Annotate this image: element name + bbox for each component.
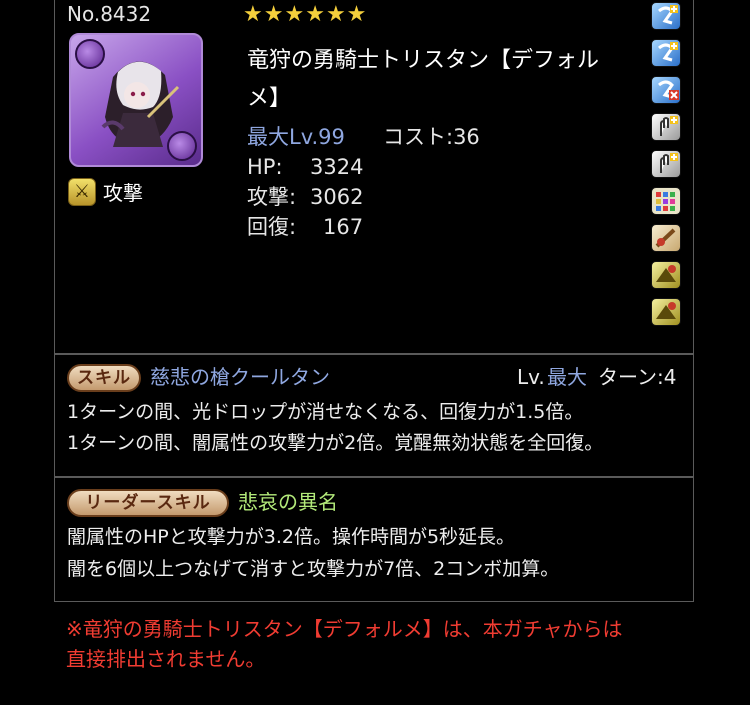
star-icon: ★ bbox=[284, 2, 305, 27]
max-level: 最大Lv.99 bbox=[247, 125, 345, 149]
monster-number: No.8432 bbox=[67, 2, 152, 26]
skill-description-line2: 1ターンの間、闇属性の攻撃力が2倍。覚醒無効状態を全回復。 bbox=[67, 432, 604, 454]
skill-turns: ターン:4 bbox=[598, 365, 677, 389]
skill-boost-plus-icon[interactable] bbox=[651, 2, 681, 30]
attacker-killer-icon[interactable] bbox=[651, 298, 681, 326]
monster-portrait[interactable] bbox=[69, 33, 203, 167]
sword-guard-icon[interactable] bbox=[651, 224, 681, 252]
skill-description-line1: 1ターンの間、光ドロップが消せなくなる、回復力が1.5倍。 bbox=[67, 401, 584, 423]
type-label: 攻撃 bbox=[103, 181, 143, 205]
leader-skill-description-line1: 闇属性のHPと攻撃力が3.2倍。操作時間が5秒延長。 bbox=[67, 526, 516, 548]
star-icon: ★ bbox=[325, 2, 346, 27]
sub-attribute-orb-icon bbox=[167, 131, 197, 161]
skill-boost-minus-icon[interactable] bbox=[651, 76, 681, 104]
rcv-value: 167 bbox=[323, 215, 364, 239]
hp-value: 3324 bbox=[310, 155, 364, 179]
skill-level-prefix: Lv. bbox=[517, 365, 545, 389]
rarity-stars: ★ ★ ★ ★ ★ ★ bbox=[243, 4, 366, 26]
leader-skill-description-line2: 闇を6個以上つなげて消すと攻撃力が7倍、2コンボ加算。 bbox=[67, 558, 560, 580]
hp-label: HP: bbox=[247, 155, 283, 179]
atk-label: 攻撃: bbox=[247, 185, 297, 209]
cost: コスト:36 bbox=[383, 125, 480, 149]
monster-name: 竜狩の勇騎士トリスタン【デフォル bbox=[247, 48, 600, 73]
atk-value: 3062 bbox=[310, 185, 364, 209]
gacha-notice-line1: ※竜狩の勇騎士トリスタン【デフォルメ】は、本ガチャからは bbox=[66, 617, 623, 641]
rcv-label: 回復: bbox=[247, 215, 297, 239]
star-icon: ★ bbox=[346, 2, 367, 27]
leader-skill-badge: リーダースキル bbox=[67, 489, 229, 517]
monster-card: No.8432 ⚔ 攻撃 ★ ★ ★ ★ ★ ★ 竜狩の勇騎士トリスタン【デフォ… bbox=[54, 0, 694, 602]
time-extend-plus-icon[interactable] bbox=[651, 150, 681, 178]
leader-skill-name[interactable]: 悲哀の異名 bbox=[238, 492, 338, 512]
main-attribute-orb-icon bbox=[75, 39, 105, 69]
monster-name-continued: メ】 bbox=[247, 86, 292, 111]
skill-boost-plus-icon[interactable] bbox=[651, 39, 681, 67]
divider bbox=[55, 476, 693, 478]
skill-name[interactable]: 慈悲の槍クールタン bbox=[150, 367, 330, 387]
star-icon: ★ bbox=[243, 2, 263, 27]
skill-level-value: 最大 bbox=[547, 365, 587, 389]
board-rainbow-icon[interactable] bbox=[651, 187, 681, 215]
divider bbox=[55, 353, 693, 355]
time-extend-plus-icon[interactable] bbox=[651, 113, 681, 141]
skill-badge: スキル bbox=[67, 364, 141, 392]
attacker-killer-icon[interactable] bbox=[651, 261, 681, 289]
gacha-notice-line2: 直接排出されません。 bbox=[66, 647, 266, 671]
star-icon: ★ bbox=[263, 2, 284, 27]
star-icon: ★ bbox=[305, 2, 325, 27]
attacker-type-icon: ⚔ bbox=[68, 178, 96, 206]
